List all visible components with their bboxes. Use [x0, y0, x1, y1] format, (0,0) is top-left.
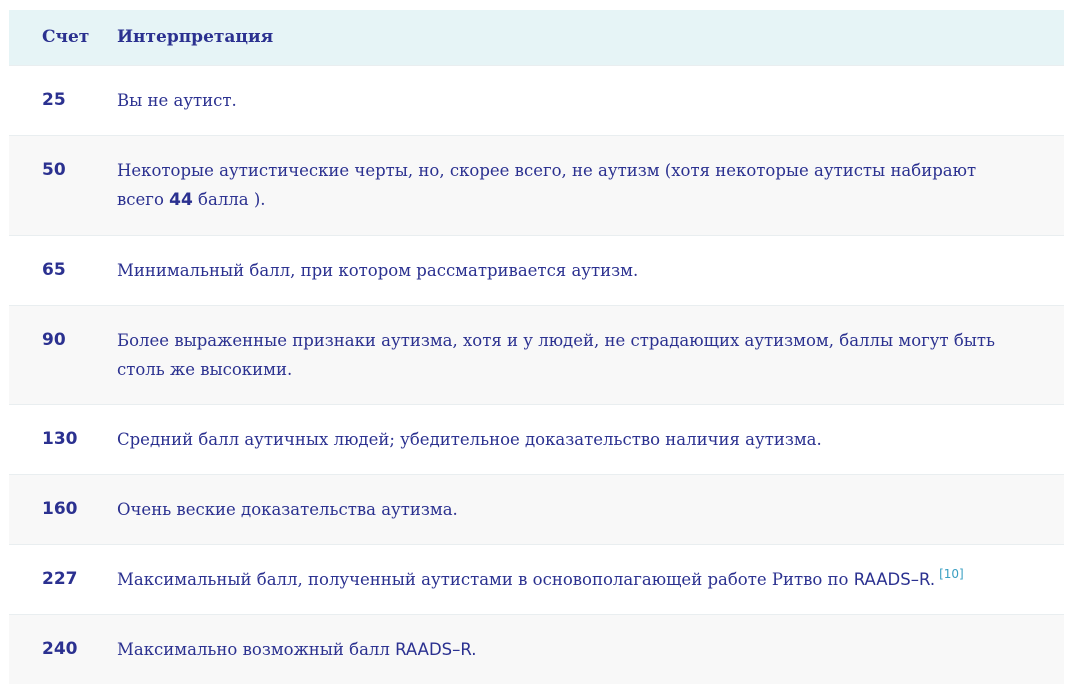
interpretation-text-end: балла ).	[192, 189, 266, 209]
interpretation-cell: Некоторые аутистические черты, но, скоре…	[117, 135, 1064, 235]
score-cell: 160	[42, 498, 78, 519]
table-row: 25 Вы не аутист.	[9, 65, 1064, 135]
interpretation-cell: Средний балл аутичных людей; убедительно…	[117, 429, 822, 449]
table-header-row: Счет Интерпретация	[9, 10, 1064, 65]
interpretation-cell: Максимальный балл, полученный аутистами …	[117, 544, 1064, 614]
score-cell: 50	[42, 159, 66, 180]
table-row: 50 Некоторые аутистические черты, но, ск…	[9, 135, 1064, 235]
table-row: 90 Более выраженные признаки аутизма, хо…	[9, 305, 1064, 404]
column-header-interpretation: Интерпретация	[117, 27, 274, 48]
score-cell: 90	[42, 329, 66, 350]
raads-r-term: RAADS–R.	[395, 639, 477, 659]
score-cell: 240	[42, 638, 78, 659]
score-cell: 25	[42, 89, 66, 110]
citation-link[interactable]: [10]	[939, 567, 964, 581]
interpretation-cell: Очень веские доказательства аутизма.	[117, 499, 458, 519]
table-row: 160 Очень веские доказательства аутизма.	[9, 474, 1064, 544]
score-cell: 65	[42, 259, 66, 280]
interpretation-table: Счет Интерпретация 25 Вы не аутист. 50 Н…	[9, 10, 1064, 684]
score-cell: 227	[42, 568, 78, 589]
table-row: 130 Средний балл аутичных людей; убедите…	[9, 404, 1064, 474]
interpretation-text: Максимально возможный балл	[117, 639, 396, 659]
score-cell: 130	[42, 428, 78, 449]
table-row: 65 Минимальный балл, при котором рассмат…	[9, 235, 1064, 305]
table-row: 227 Максимальный балл, полученный аутист…	[9, 544, 1064, 614]
raads-r-term: RAADS–R.	[853, 569, 936, 589]
interpretation-cell: Более выраженные признаки аутизма, хотя …	[117, 330, 996, 379]
interpretation-cell: Максимально возможный балл RAADS–R.	[117, 614, 1064, 684]
column-header-score: Счет	[42, 27, 90, 48]
interpretation-cell: Минимальный балл, при котором рассматрив…	[117, 260, 639, 280]
interpretation-text: Максимальный балл, полученный аутистами …	[117, 569, 854, 589]
interpretation-cell: Вы не аутист.	[117, 90, 237, 110]
table-row: 240 Максимально возможный балл RAADS–R.	[9, 614, 1064, 684]
inline-number: 44	[169, 189, 193, 210]
interpretation-table-container: Счет Интерпретация 25 Вы не аутист. 50 Н…	[9, 10, 1064, 684]
